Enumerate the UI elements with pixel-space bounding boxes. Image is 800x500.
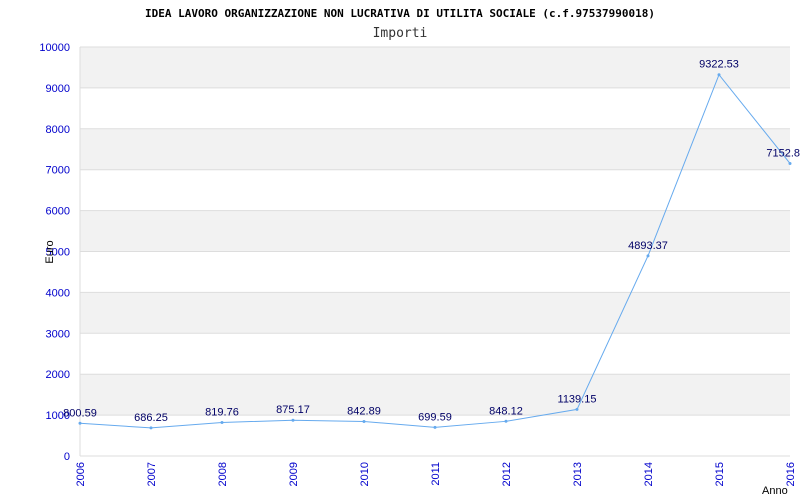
data-label: 875.17 (276, 404, 310, 416)
y-tick-label: 3000 (46, 328, 70, 340)
y-tick-label: 0 (64, 451, 70, 463)
data-label: 842.89 (347, 406, 381, 418)
data-point (433, 425, 437, 429)
data-label: 7152.8 (766, 147, 800, 159)
data-label: 1139.15 (558, 393, 597, 405)
x-tick-label: 2010 (359, 462, 371, 486)
data-point (646, 254, 650, 258)
data-label: 800.59 (63, 407, 97, 419)
x-tick-label: 2007 (146, 462, 158, 486)
y-tick-label: 4000 (46, 287, 70, 299)
data-point (78, 421, 82, 425)
chart-subtitle: Importi (373, 26, 428, 41)
y-axis-label: Euro (44, 240, 56, 263)
plot-band (80, 251, 790, 293)
data-label: 848.12 (489, 405, 523, 417)
x-tick-label: 2016 (785, 462, 797, 486)
data-label: 699.59 (418, 411, 452, 423)
y-tick-label: 6000 (46, 206, 70, 218)
plot-band (80, 374, 790, 416)
x-tick-label: 2011 (430, 462, 442, 486)
x-tick-label: 2009 (288, 462, 300, 486)
x-tick-label: 2013 (572, 462, 584, 486)
data-label: 9322.53 (699, 59, 739, 71)
data-point (717, 73, 721, 77)
plot-band (80, 333, 790, 375)
plot-band (80, 47, 790, 88)
y-tick-label: 8000 (46, 124, 70, 136)
y-tick-label: 7000 (46, 165, 70, 177)
x-axis-label: Anno (762, 485, 788, 497)
plot-band (80, 292, 790, 334)
x-tick-label: 2012 (501, 462, 513, 486)
plot-band (80, 87, 790, 129)
plot-band (80, 169, 790, 211)
data-label: 4893.37 (628, 240, 668, 252)
data-point (362, 420, 366, 424)
data-label: 686.25 (134, 412, 168, 424)
data-point (291, 418, 295, 422)
plot-band (80, 210, 790, 252)
data-label: 819.76 (205, 406, 239, 418)
y-tick-label: 9000 (46, 83, 70, 95)
data-point (788, 161, 792, 165)
data-point (149, 426, 153, 430)
plot-band (80, 128, 790, 170)
x-tick-label: 2014 (643, 462, 655, 486)
data-point (575, 407, 579, 411)
x-axis-ticks: 2006 2007 2008 2009 2010 2011 2012 2013 2014 2015… (75, 462, 797, 486)
x-tick-label: 2008 (217, 462, 229, 486)
x-tick-label: 2006 (75, 462, 87, 486)
y-tick-label: 2000 (46, 369, 70, 381)
y-tick-label: 10000 (39, 42, 70, 54)
data-point (220, 420, 224, 424)
chart-title: IDEA LAVORO ORGANIZZAZIONE NON LUCRATIVA… (145, 7, 655, 20)
x-tick-label: 2015 (714, 462, 726, 486)
chart: IDEA LAVORO ORGANIZZAZIONE NON LUCRATIVA… (39, 7, 800, 497)
data-point (504, 419, 508, 423)
